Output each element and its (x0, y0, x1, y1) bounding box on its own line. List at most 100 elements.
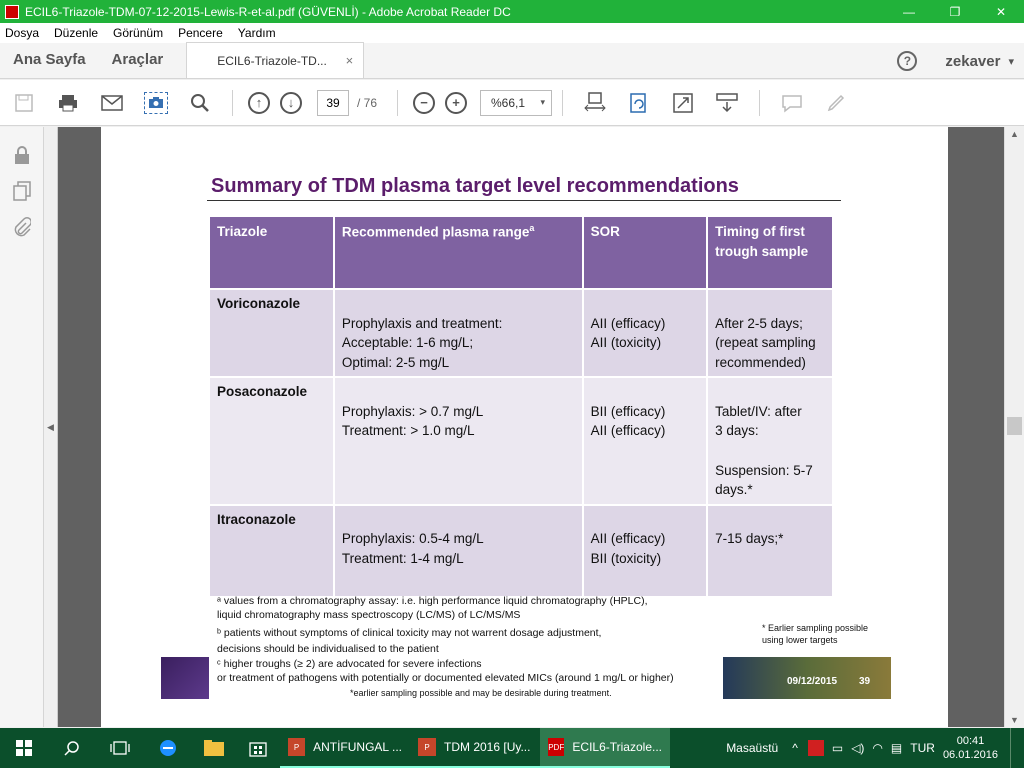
menu-gorunum[interactable]: Görünüm (113, 26, 163, 40)
sor-value: BII (efficacy) AII (efficacy) (581, 376, 709, 506)
powerpoint-icon: P (418, 738, 436, 756)
scroll-down-arrow-icon[interactable]: ▼ (1010, 715, 1019, 725)
system-tray: Masaüstü ^ ▭ ◁) ◠ ▤ TUR 00:41 06.01.2016 (726, 728, 1024, 768)
save-icon[interactable] (2, 80, 46, 126)
tab-tools[interactable]: Araçlar (99, 51, 177, 78)
print-icon[interactable] (46, 80, 90, 126)
menu-duzenle[interactable]: Düzenle (54, 26, 98, 40)
lock-icon[interactable] (0, 137, 44, 173)
tab-bar: Ana Sayfa Araçlar ECIL6-Triazole-TD... ×… (0, 42, 1024, 79)
desktop-label[interactable]: Masaüstü (726, 741, 778, 755)
timing-value: 7-15 days;* (706, 503, 834, 598)
account-area: ? zekaver ▾ (897, 43, 1014, 79)
close-tab-icon[interactable]: × (346, 53, 354, 68)
pdf-icon: PDF (548, 738, 565, 756)
snapshot-camera-icon[interactable] (134, 80, 178, 126)
full-screen-icon[interactable] (661, 80, 705, 126)
maximize-button[interactable]: ❐ (932, 0, 978, 23)
edge-browser-icon[interactable] (144, 728, 192, 768)
taskbar-app-antifungal[interactable]: P ANTİFUNGAL ... (280, 728, 410, 768)
window-title: ECIL6-Triazole-TDM-07-12-2015-Lewis-R-et… (25, 4, 511, 19)
table-header-row: Triazole Recommended plasma rangea SOR T… (208, 215, 834, 290)
zoom-value: %66,1 (491, 95, 526, 110)
search-icon[interactable] (48, 728, 96, 768)
wifi-icon[interactable]: ◠ (872, 741, 882, 755)
volume-icon[interactable]: ◁) (851, 741, 864, 755)
task-view-icon[interactable] (96, 728, 144, 768)
windows-start-icon[interactable] (0, 728, 48, 768)
vertical-scrollbar[interactable]: ▲ ▼ (1004, 127, 1024, 727)
drug-name: Voriconazole (208, 287, 335, 379)
header-sor: SOR (581, 215, 709, 290)
next-page-icon[interactable]: ↓ (275, 80, 307, 126)
email-icon[interactable] (90, 80, 134, 126)
sor-value: AII (efficacy) BII (toxicity) (581, 503, 709, 598)
minimize-button[interactable]: — (886, 0, 932, 23)
attachment-paperclip-icon[interactable] (0, 209, 44, 245)
page-number-input[interactable]: 39 (317, 89, 349, 116)
tab-document[interactable]: ECIL6-Triazole-TD... × (186, 42, 365, 78)
show-desktop-button[interactable] (1010, 728, 1024, 768)
table-row: Posaconazole Prophylaxis: > 0.7 mg/L Tre… (208, 376, 834, 506)
right-note: * Earlier sampling possible using lower … (762, 623, 869, 645)
close-window-button[interactable]: ✕ (978, 0, 1024, 23)
menu-dosya[interactable]: Dosya (5, 26, 39, 40)
timing-value: After 2-5 days; (repeat sampling recomme… (706, 287, 834, 379)
scrollbar-thumb[interactable] (1007, 417, 1022, 435)
comment-icon[interactable] (770, 80, 814, 126)
user-name[interactable]: zekaver (945, 53, 1000, 70)
zoom-in-icon[interactable]: + (440, 80, 472, 126)
taskbar-app-tdm[interactable]: P TDM 2016 [Uy... (410, 728, 540, 768)
footnote-c-line2: or treatment of pathogens with potential… (217, 672, 674, 684)
toolbar-separator (397, 89, 399, 116)
timing-value: Tablet/IV: after 3 days: Suspension: 5-7… (706, 376, 834, 506)
rotate-icon[interactable] (617, 80, 661, 126)
tray-expand-caret-icon[interactable]: ^ (792, 741, 798, 755)
title-bar: ECIL6-Triazole-TDM-07-12-2015-Lewis-R-et… (0, 0, 1024, 23)
table-row: Voriconazole Prophylaxis and treatment: … (208, 287, 834, 379)
zoom-caret-icon: ▾ (540, 97, 546, 107)
expand-left-arrow-icon[interactable]: ◀ (47, 422, 54, 433)
zoom-out-icon[interactable]: − (408, 80, 440, 126)
footnote-c-line1: ᶜ higher troughs (≥ 2) are advocated for… (217, 658, 482, 670)
clock[interactable]: 00:41 06.01.2016 (943, 734, 998, 763)
previous-page-icon[interactable]: ↑ (243, 80, 275, 126)
tab-home[interactable]: Ana Sayfa (0, 51, 99, 78)
keyboard-icon[interactable]: ▤ (891, 741, 902, 755)
menu-pencere[interactable]: Pencere (178, 26, 223, 40)
store-icon[interactable] (236, 728, 280, 768)
slide-footer-date: 09/12/2015 (787, 676, 838, 687)
file-explorer-icon[interactable] (192, 728, 236, 768)
drug-name: Posaconazole (208, 376, 335, 506)
table-row: Itraconazole Prophylaxis: 0.5-4 mg/L Tre… (208, 503, 834, 598)
menu-yardim[interactable]: Yardım (238, 26, 276, 40)
taskbar-app-ecil6[interactable]: PDF ECIL6-Triazole... (540, 728, 670, 768)
scroll-up-arrow-icon[interactable]: ▲ (1010, 129, 1019, 139)
zoom-select[interactable]: %66,1 ▾ (480, 89, 553, 116)
plasma-range: Prophylaxis: 0.5-4 mg/L Treatment: 1-4 m… (332, 503, 584, 598)
clock-time: 00:41 (956, 734, 985, 747)
toolbar: ↑ ↓ 39 / 76 − + %66,1 ▾ (0, 80, 1024, 126)
acrobat-app-icon (5, 4, 19, 19)
scroll-mode-icon[interactable] (705, 80, 749, 126)
plasma-range: Prophylaxis and treatment: Acceptable: 1… (332, 287, 584, 379)
language-indicator[interactable]: TUR (910, 741, 935, 755)
plasma-range: Prophylaxis: > 0.7 mg/L Treatment: > 1.0… (332, 376, 584, 506)
acrobat-tray-icon[interactable] (807, 740, 824, 756)
highlight-pen-icon[interactable] (814, 80, 858, 126)
document-viewer[interactable]: ◀ Summary of TDM plasma target level rec… (44, 127, 1024, 727)
battery-icon[interactable]: ▭ (832, 741, 843, 755)
title-underline (207, 200, 841, 201)
left-panel-collapse[interactable]: ◀ (44, 127, 58, 727)
header-plasma-range: Recommended plasma rangea (332, 215, 584, 290)
fit-width-icon[interactable] (573, 80, 617, 126)
header-plasma-range-label: Recommended plasma range (341, 224, 530, 240)
sor-value: AII (efficacy) AII (toxicity) (581, 287, 709, 379)
help-icon[interactable]: ? (897, 51, 918, 71)
user-menu-caret-icon[interactable]: ▾ (1008, 55, 1014, 68)
pages-thumbnail-icon[interactable] (0, 173, 44, 209)
search-icon[interactable] (178, 80, 222, 126)
drug-name: Itraconazole (208, 503, 335, 598)
taskbar-app-label: ECIL6-Triazole... (572, 740, 662, 754)
slide-title: Summary of TDM plasma target level recom… (211, 175, 739, 197)
